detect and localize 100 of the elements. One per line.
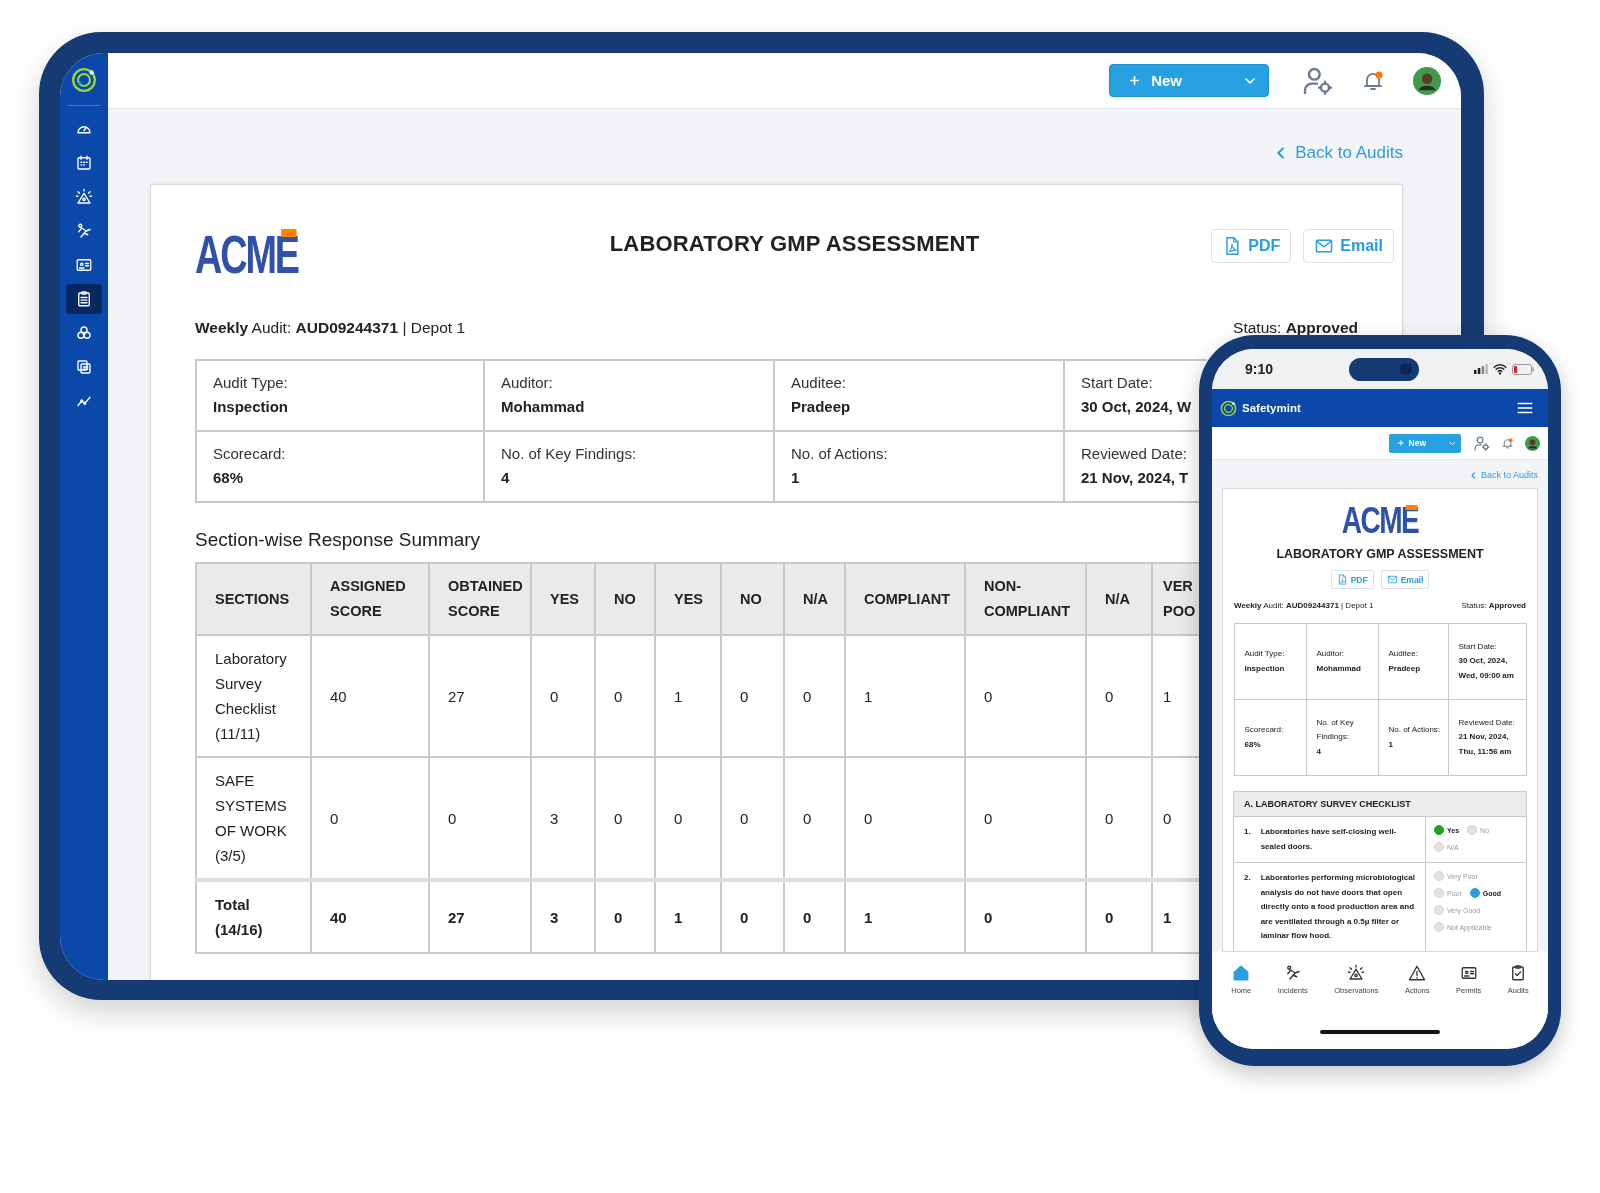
detail-label: Audit Type: bbox=[213, 374, 289, 391]
table-cell: 0 bbox=[784, 635, 845, 757]
eye-triangle-icon bbox=[75, 188, 93, 206]
plus-icon bbox=[1396, 439, 1405, 447]
detail-value: 68% bbox=[213, 469, 245, 486]
detail-label: No. of Key Findings: bbox=[501, 445, 638, 462]
table-cell: 40 bbox=[311, 635, 429, 757]
column-header: SECTIONS bbox=[196, 563, 311, 635]
question-number: 1. bbox=[1244, 826, 1251, 838]
table-cell: 27 bbox=[429, 880, 531, 953]
table-cell: 3 bbox=[531, 880, 595, 953]
documents-icon bbox=[75, 358, 93, 376]
detail-label: Scorecard: bbox=[213, 445, 287, 462]
radio-button[interactable] bbox=[1434, 922, 1444, 932]
detail-value: Mohammad bbox=[501, 398, 586, 415]
radio-button[interactable] bbox=[1434, 871, 1444, 881]
column-header: OBTAINED SCORE bbox=[429, 563, 531, 635]
pdf-button[interactable]: PDF bbox=[1330, 570, 1374, 589]
table-cell: 0 bbox=[595, 635, 655, 757]
detail-label: Auditee: bbox=[1388, 648, 1419, 660]
plus-icon bbox=[1128, 74, 1142, 87]
id-card-icon bbox=[75, 256, 93, 274]
app-logo-icon bbox=[71, 67, 97, 93]
table-cell: 0 bbox=[721, 880, 784, 953]
back-link[interactable]: Back to Audits bbox=[1273, 143, 1403, 163]
pdf-file-icon bbox=[1336, 574, 1348, 585]
detail-label: No. of Key Findings: bbox=[1316, 716, 1355, 744]
table-cell: 40 bbox=[311, 880, 429, 953]
status-text: Status: Approved bbox=[1461, 601, 1526, 610]
question-text: Laboratories performing microbiological analysis do not have doors that open directly onto a food production area and are ventilated through a 0.5µ filter or laminar flow hood. bbox=[1260, 872, 1415, 942]
camera-notch bbox=[1349, 357, 1419, 381]
new-button[interactable]: New bbox=[1109, 64, 1269, 97]
radio-button[interactable] bbox=[1434, 842, 1444, 852]
radio-button[interactable] bbox=[1469, 888, 1480, 898]
calendar-icon bbox=[75, 154, 93, 172]
table-cell: 27 bbox=[429, 635, 531, 757]
logo: ACME bbox=[195, 229, 298, 279]
table-cell: 0 bbox=[1086, 880, 1152, 953]
report-title: LABORATORY GMP ASSESSMENT bbox=[609, 231, 980, 257]
section-header: A. LABORATORY SURVEY CHECKLIST bbox=[1234, 792, 1526, 817]
column-header: YES bbox=[531, 563, 595, 635]
battery-icon bbox=[1512, 363, 1534, 375]
table-cell: 0 bbox=[784, 880, 845, 953]
table-cell: 1 bbox=[845, 880, 965, 953]
detail-label: Start Date: bbox=[1458, 640, 1498, 653]
detail-label: No. of Actions: bbox=[1388, 724, 1442, 736]
new-button[interactable]: New bbox=[1388, 433, 1461, 453]
id-card-icon bbox=[1459, 964, 1478, 982]
column-header: NO bbox=[721, 563, 784, 635]
detail-value: 30 Oct, 2024, Wed, 09:00 am bbox=[1458, 655, 1515, 682]
wifi-icon bbox=[1493, 362, 1507, 376]
detail-label: Reviewed Date: bbox=[1458, 716, 1516, 729]
pdf-button[interactable]: PDF bbox=[1211, 229, 1292, 263]
table-cell: 1 bbox=[655, 635, 721, 757]
detail-label: Auditee: bbox=[791, 374, 848, 391]
email-button[interactable]: Email bbox=[1303, 229, 1394, 263]
column-header: NO bbox=[595, 563, 655, 635]
table-cell: 0 bbox=[965, 635, 1086, 757]
home-icon bbox=[1232, 964, 1251, 982]
table-cell: 1 bbox=[655, 880, 721, 953]
detail-label: Auditor: bbox=[1316, 648, 1346, 660]
signal-icon bbox=[1474, 364, 1488, 374]
detail-label: Auditor: bbox=[501, 374, 554, 391]
detail-label: Audit Type: bbox=[1244, 648, 1286, 660]
avatar[interactable] bbox=[1525, 435, 1540, 451]
detail-label: Scorecard: bbox=[1244, 724, 1285, 736]
detail-value: 21 Nov, 2024, Thu, 11:56 am bbox=[1458, 731, 1513, 758]
table-cell: 1 bbox=[845, 635, 965, 757]
detail-value: Mohammad bbox=[1316, 662, 1362, 675]
notification-bell-icon[interactable] bbox=[1501, 436, 1514, 450]
radio-button[interactable] bbox=[1467, 825, 1478, 835]
report-title: LABORATORY GMP ASSESSMENT bbox=[1276, 547, 1484, 561]
email-button[interactable]: Email bbox=[1380, 570, 1430, 589]
column-header: YES bbox=[655, 563, 721, 635]
table-cell: 0 bbox=[1086, 635, 1152, 757]
detail-value: 1 bbox=[791, 469, 801, 486]
logo: ACME bbox=[1341, 505, 1419, 537]
detail-value: 21 Nov, 2024, T bbox=[1081, 469, 1190, 486]
detail-value: Pradeep bbox=[1388, 662, 1422, 675]
table-cell: 0 bbox=[531, 635, 595, 757]
sidebar-item[interactable] bbox=[66, 284, 102, 314]
table-cell: 0 bbox=[721, 635, 784, 757]
back-link[interactable]: Back to Audits bbox=[1468, 470, 1538, 480]
radio-button[interactable] bbox=[1434, 888, 1444, 898]
avatar[interactable] bbox=[1413, 66, 1441, 95]
radio-button[interactable] bbox=[1434, 825, 1444, 835]
question-text: Laboratories have self-closing well-sealed doors. bbox=[1260, 826, 1398, 853]
column-header: ASSIGNED SCORE bbox=[311, 563, 429, 635]
detail-value: 68% bbox=[1244, 738, 1262, 751]
column-header: N/A bbox=[784, 563, 845, 635]
radio-button[interactable] bbox=[1434, 905, 1444, 915]
column-header: N/A bbox=[1086, 563, 1152, 635]
falling-person-icon bbox=[75, 222, 93, 240]
table-cell: SAFE SYSTEMS OF WORK (3/5) bbox=[196, 757, 311, 880]
question-number: 2. bbox=[1244, 872, 1251, 884]
audit-line: Weekly Audit: AUD09244371 | Depot 1 bbox=[1234, 601, 1374, 610]
user-settings-icon bbox=[1473, 434, 1490, 452]
detail-label: Reviewed Date: bbox=[1081, 445, 1188, 462]
detail-value: Pradeep bbox=[791, 398, 852, 415]
table-cell: Laboratory Survey Checklist (11/11) bbox=[196, 635, 311, 757]
